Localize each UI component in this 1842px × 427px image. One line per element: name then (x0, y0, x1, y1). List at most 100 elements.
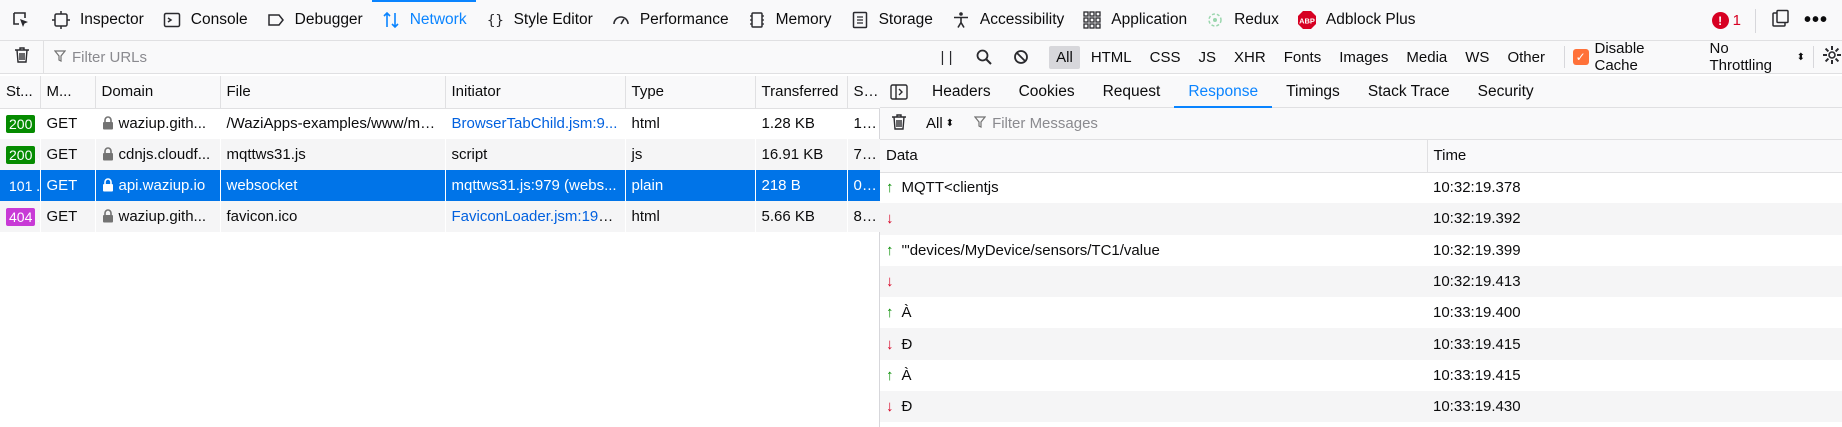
network-icon (381, 10, 401, 30)
tab-memory[interactable]: Memory (738, 0, 841, 40)
toggle-sidebar-icon[interactable] (880, 76, 918, 107)
message-row[interactable]: ↓ Ð 10:33:19.430 (880, 391, 1842, 423)
column-header[interactable]: Transferred (755, 76, 848, 109)
column-header[interactable]: File (220, 76, 446, 109)
tab-label: Accessibility (979, 11, 1065, 28)
message-time-cell: 10:33:19.415 (1433, 366, 1521, 384)
tab-request[interactable]: Request (1089, 76, 1175, 107)
tab-debugger[interactable]: Debugger (257, 0, 372, 40)
request-row[interactable]: 200 GET cdnjs.cloudf... mqttws31.js script js… (0, 139, 880, 170)
message-row[interactable]: ↑ MQTT<clientjs 10:32:19.378 (880, 172, 1842, 203)
clear-requests-button[interactable] (0, 41, 44, 73)
tab-label: Redux (1234, 11, 1279, 28)
initiator-text[interactable]: FaviconLoader.jsm:191 ... (452, 208, 624, 225)
column-header[interactable]: M... (40, 76, 96, 109)
message-row[interactable]: ↑ '"devices/MyDevice/sensors/TC1/value 10:… (880, 235, 1842, 266)
column-header[interactable]: Initiator (445, 76, 626, 109)
lock-icon (102, 116, 114, 130)
tab-timings[interactable]: Timings (1272, 76, 1354, 107)
size-cell: 1.... (853, 115, 879, 133)
type-cell: js (625, 139, 755, 170)
tab-response[interactable]: Response (1174, 76, 1272, 108)
filter-icon (53, 49, 67, 66)
initiator-text[interactable]: mqttws31.js:979 (webs... (452, 177, 617, 194)
type-filter-fonts[interactable]: Fonts (1277, 46, 1329, 69)
message-type-select[interactable]: All ⬍ (918, 115, 962, 132)
tab-stack-trace[interactable]: Stack Trace (1354, 76, 1464, 107)
transferred-cell: 218 B (755, 170, 847, 201)
column-header[interactable]: St... (0, 76, 41, 109)
more-options-icon[interactable]: ••• (1804, 9, 1828, 32)
message-row[interactable]: ↓ 10:32:19.413 (880, 265, 1842, 298)
transferred-cell: 5.66 KB (755, 201, 847, 232)
tab-storage[interactable]: Storage (841, 0, 942, 40)
size-cell: 0 B (847, 170, 880, 201)
filter-urls-input[interactable] (72, 48, 672, 66)
search-icon[interactable] (965, 41, 1002, 73)
domain-cell: waziup.gith... (95, 201, 220, 232)
type-filter-js[interactable]: JS (1192, 46, 1224, 69)
type-filter-ws[interactable]: WS (1458, 46, 1496, 69)
tab-performance[interactable]: Performance (602, 0, 738, 40)
message-row[interactable]: ↑ À 10:33:19.400 (880, 297, 1842, 328)
domain-cell: api.waziup.io (95, 170, 220, 201)
element-picker-icon[interactable] (0, 0, 42, 40)
initiator-cell[interactable]: BrowserTabChild.jsm:9... (445, 108, 625, 139)
tab-adblock-plus[interactable]: ABP Adblock Plus (1288, 0, 1425, 40)
domain-cell: waziup.gith... (95, 108, 220, 139)
request-row[interactable]: 200 GET waziup.gith... /WaziApps-examples/w… (0, 108, 880, 139)
error-count-badge[interactable]: ! 1 (1711, 12, 1741, 29)
type-filter-other[interactable]: Other (1500, 46, 1552, 69)
column-header[interactable]: Domain (95, 76, 221, 109)
tab-redux[interactable]: Redux (1196, 0, 1288, 40)
initiator-text[interactable]: BrowserTabChild.jsm:9... (452, 115, 618, 132)
tab-cookies[interactable]: Cookies (1005, 76, 1089, 107)
type-filter-images[interactable]: Images (1332, 46, 1395, 69)
disable-cache-checkbox[interactable]: ✓ Disable Cache (1572, 40, 1690, 74)
updown-chevron-icon: ⬍ (945, 118, 955, 129)
initiator-cell[interactable]: FaviconLoader.jsm:191 ... (445, 201, 625, 232)
filter-urls (44, 48, 924, 66)
gear-icon[interactable] (1822, 45, 1842, 69)
requests-table: St... M... Domain File Initiator Type Transfer… (0, 76, 881, 232)
redux-icon (1205, 10, 1225, 30)
request-row[interactable]: 101 GET api.waziup.io websocket mqttws31.js:… (0, 170, 880, 201)
block-url-icon[interactable] (1002, 41, 1039, 73)
type-filter-css[interactable]: CSS (1143, 46, 1188, 69)
initiator-cell[interactable]: mqttws31.js:979 (webs... (445, 170, 625, 201)
type-cell: plain (625, 170, 755, 201)
request-row[interactable]: 404 GET waziup.gith... favicon.ico FaviconLo… (0, 201, 880, 232)
status-cell: 200 (0, 108, 40, 139)
column-header[interactable]: Size (847, 76, 881, 109)
column-header-time[interactable]: Time (1427, 140, 1842, 173)
type-filter-xhr[interactable]: XHR (1227, 46, 1273, 69)
tab-network[interactable]: Network (371, 0, 476, 40)
column-header[interactable]: Type (625, 76, 756, 109)
message-time-cell: 10:32:19.378 (1433, 179, 1521, 197)
type-filter-all[interactable]: All (1049, 45, 1080, 69)
tab-application[interactable]: Application (1073, 0, 1196, 40)
tab-inspector[interactable]: Inspector (42, 0, 153, 40)
sent-arrow-icon: ↑ (886, 241, 894, 259)
filter-messages-input[interactable] (992, 115, 1393, 132)
type-filter-media[interactable]: Media (1399, 46, 1454, 69)
dock-options-icon[interactable] (1770, 9, 1790, 33)
pause-icon[interactable]: | | (928, 41, 965, 73)
tab-style-editor[interactable]: {} Style Editor (476, 0, 602, 40)
tab-console[interactable]: Console (153, 0, 257, 40)
tab-security[interactable]: Security (1464, 76, 1548, 107)
tab-accessibility[interactable]: Accessibility (942, 0, 1073, 40)
message-row[interactable]: ↓ 10:32:19.392 (880, 203, 1842, 235)
status-cell: 101 (0, 170, 40, 201)
throttling-select[interactable]: No Throttling ⬍ (1709, 40, 1805, 74)
clear-messages-button[interactable] (880, 113, 918, 135)
tab-label: Performance (639, 11, 729, 28)
type-filter-html[interactable]: HTML (1084, 46, 1139, 69)
tab-label: Adblock Plus (1325, 11, 1416, 28)
message-row[interactable]: ↓ Ð 10:33:19.415 (880, 328, 1842, 360)
memory-icon (747, 10, 767, 30)
domain-text: waziup.gith... (118, 208, 207, 225)
tab-headers[interactable]: Headers (918, 76, 1005, 107)
column-header-data[interactable]: Data (880, 140, 1428, 173)
message-row[interactable]: ↑ À 10:33:19.415 (880, 360, 1842, 391)
